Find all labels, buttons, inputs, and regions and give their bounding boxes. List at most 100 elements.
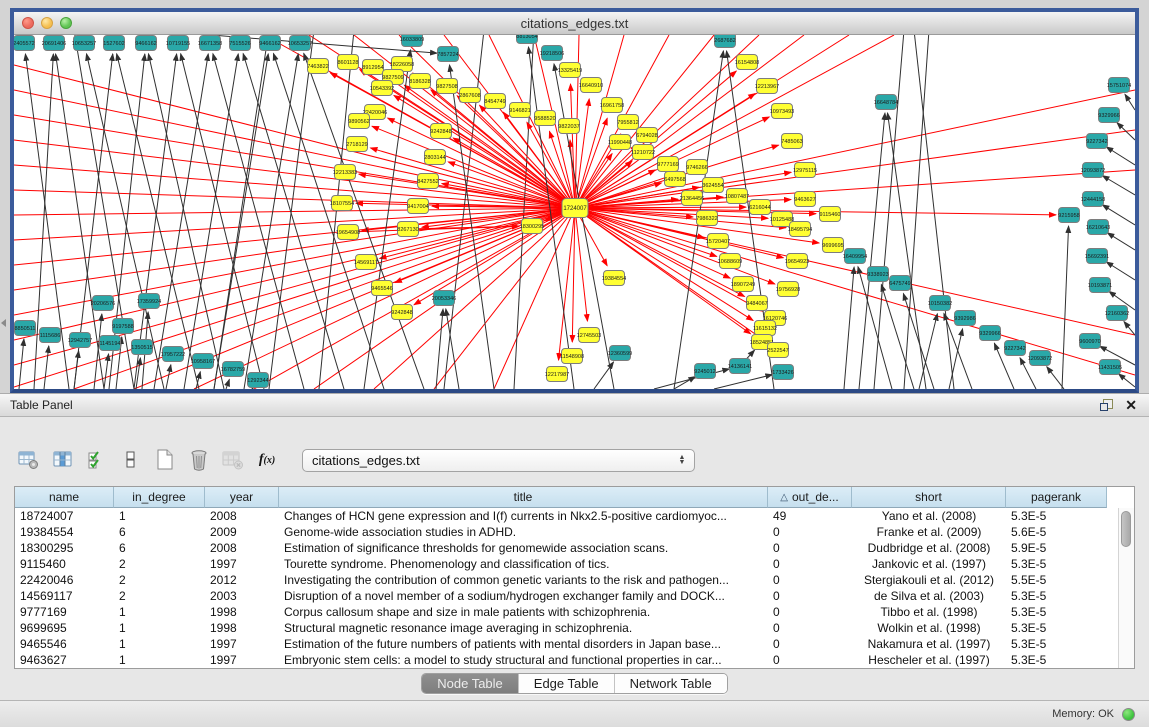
column-header-pagerank[interactable]: pagerank [1006, 487, 1107, 508]
tab-network-table[interactable]: Network Table [614, 674, 727, 693]
cell-title: Corpus callosum shape and size in male p… [279, 604, 768, 620]
column-header-short[interactable]: short [852, 487, 1006, 508]
table-row[interactable]: 911546021997Tourette syndrome. Phenomeno… [15, 556, 1134, 572]
tab-node-table[interactable]: Node Table [422, 674, 518, 693]
table-row[interactable]: 977716911998Corpus callosum shape and si… [15, 604, 1134, 620]
network-canvas[interactable]: 8601128891295418226058982750910543392818… [14, 35, 1135, 389]
delete-columns-icon[interactable] [184, 446, 214, 474]
table-settings-icon[interactable] [14, 446, 44, 474]
table-row[interactable]: 946362711997Embryonic stem cells: a mode… [15, 652, 1134, 668]
graph-node-label: 6794028 [636, 133, 657, 139]
column-header-year[interactable]: year [205, 487, 279, 508]
cell-pagerank: 5.6E-5 [1006, 524, 1107, 540]
graph-node-label: 10150382 [928, 301, 952, 307]
zoom-button[interactable] [60, 17, 72, 29]
graph-node-label: 7463822 [307, 64, 328, 70]
graph-node-label: 16210643 [1086, 225, 1110, 231]
graph-node-label: 9392986 [954, 316, 975, 322]
row-height-icon[interactable] [116, 446, 146, 474]
graph-node-label: 9242848 [430, 129, 451, 135]
cell-year: 2008 [205, 508, 279, 524]
cell-in-degree: 1 [114, 652, 205, 668]
column-header-in-degree[interactable]: in_degree [114, 487, 205, 508]
table-row[interactable]: 1830029562008Estimation of significance … [15, 540, 1134, 556]
graph-node-label: 2687682 [714, 38, 735, 44]
column-header-out-de-[interactable]: △out_de... [768, 487, 852, 508]
cell-year: 1997 [205, 636, 279, 652]
import-table-icon [218, 446, 248, 474]
cell-name: 18724007 [15, 508, 114, 524]
node-table: namein_degreeyeartitle△out_de...shortpag… [14, 486, 1135, 669]
table-scrollbar[interactable] [1118, 508, 1134, 668]
graph-node-label: 9890562 [348, 119, 369, 125]
graph-node-label: 9746266 [686, 165, 707, 171]
column-header-name[interactable]: name [15, 487, 114, 508]
network-window-title: citations_edges.txt [14, 16, 1135, 31]
cell-in-degree: 2 [114, 556, 205, 572]
table-row[interactable]: 1872400712008Changes of HCN gene express… [15, 508, 1134, 524]
cell-name: 22420046 [15, 572, 114, 588]
graph-node-label: 10653257 [288, 41, 312, 47]
close-panel-icon[interactable]: ✕ [1125, 399, 1137, 411]
graph-node-label: 16648784 [874, 100, 898, 106]
graph-node-label: 16782759 [221, 367, 245, 373]
table-row[interactable]: 2242004622012Investigating the contribut… [15, 572, 1134, 588]
close-button[interactable] [22, 17, 34, 29]
table-tabs: Node TableEdge TableNetwork Table [421, 673, 728, 694]
cell-in-degree: 1 [114, 508, 205, 524]
graph-node-label: 9588520 [534, 116, 555, 122]
cytoscape-desktop: citations_edges.txt 86011288912954182260… [0, 0, 1149, 727]
graph-node-label: 21364456 [680, 196, 704, 202]
graph-node-label: 9146821 [509, 108, 530, 114]
cell-name: 14569117 [15, 588, 114, 604]
graph-node-label: 7857224 [437, 52, 458, 58]
table-row[interactable]: 1938455462009Genome-wide association stu… [15, 524, 1134, 540]
graph-node-label: 9777169 [657, 162, 678, 168]
graph-node-label: 15720407 [706, 239, 730, 245]
cell-short: Tibbo et al. (1998) [852, 604, 1006, 620]
graph-node-label: 14136141 [728, 364, 752, 370]
cell-in-degree: 1 [114, 620, 205, 636]
create-column-icon[interactable] [150, 446, 180, 474]
graph-node-label: 9227342 [1086, 139, 1107, 145]
cell-short: Yano et al. (2008) [852, 508, 1006, 524]
panel-collapse-arrow-icon[interactable] [1, 319, 6, 327]
tab-edge-table[interactable]: Edge Table [518, 674, 614, 693]
network-window-titlebar[interactable]: citations_edges.txt [14, 12, 1135, 35]
table-scrollbar-thumb[interactable] [1121, 511, 1131, 547]
cell-year: 1998 [205, 604, 279, 620]
show-columns-icon[interactable] [48, 446, 78, 474]
select-all-columns-icon[interactable] [82, 446, 112, 474]
cell-title: Embryonic stem cells: a model to study s… [279, 652, 768, 668]
cell-in-degree: 1 [114, 604, 205, 620]
function-builder-icon[interactable]: f(x) [252, 446, 282, 474]
network-file-select[interactable]: citations_edges.txt ▲▼ [302, 449, 695, 472]
cell-pagerank: 5.5E-5 [1006, 572, 1107, 588]
graph-node-label: 9329966 [1098, 113, 1119, 119]
float-window-icon[interactable] [1100, 399, 1113, 411]
table-row[interactable]: 946554611997Estimation of the future num… [15, 636, 1134, 652]
graph-node-label: 6497568 [664, 177, 685, 183]
graph-node-label: 9465546 [371, 286, 392, 292]
table-row[interactable]: 969969511998Structural magnetic resonanc… [15, 620, 1134, 636]
graph-node-label: 9227342 [1004, 346, 1025, 352]
graph-node-label: 12217987 [545, 372, 569, 378]
graph-node-label: 12942757 [68, 338, 92, 344]
table-toolbar: f(x) citations_edges.txt ▲▼ [14, 445, 695, 475]
graph-node-label: 12160362 [1105, 311, 1129, 317]
table-panel-header: Table Panel ✕ [0, 393, 1149, 417]
graph-node-label: 18495794 [788, 227, 812, 233]
minimize-button[interactable] [41, 17, 53, 29]
cell-short: Hescheler et al. (1997) [852, 652, 1006, 668]
table-row[interactable]: 1456911722003Disruption of a novel membe… [15, 588, 1134, 604]
cell-out-de-: 0 [768, 588, 852, 604]
graph-node-label: 20206576 [91, 301, 115, 307]
graph-hub-node-label: 1724007 [563, 206, 587, 212]
cell-title: Estimation of significance thresholds fo… [279, 540, 768, 556]
graph-node-label: 18226058 [390, 62, 414, 68]
memory-status-indicator[interactable] [1122, 708, 1135, 721]
graph-node-label: 12444158 [1081, 197, 1105, 203]
column-header-title[interactable]: title [279, 487, 768, 508]
graph-node-label: 11210722 [631, 150, 655, 156]
graph-node-label: 1292344 [247, 378, 268, 384]
